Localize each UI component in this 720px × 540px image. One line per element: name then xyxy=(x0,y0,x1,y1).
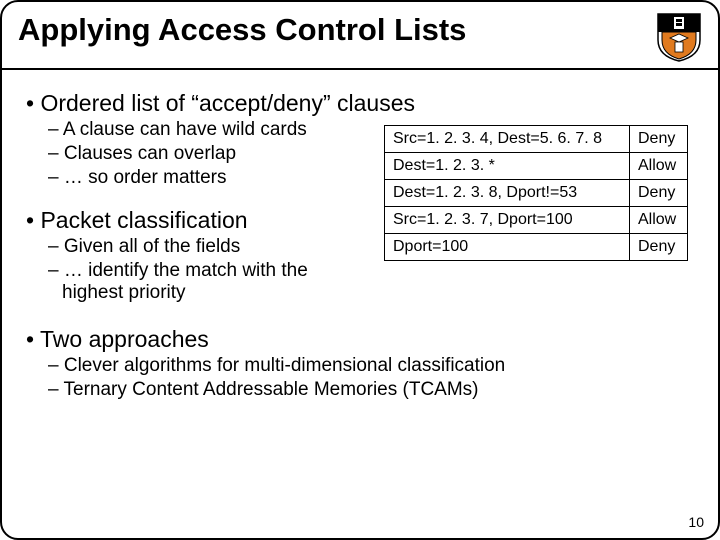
sub-bullet: … so order matters xyxy=(48,167,336,189)
sub-bullet: Clauses can overlap xyxy=(48,143,336,165)
bullet-packet-classification: Packet classification xyxy=(26,207,336,234)
table-row: Src=1. 2. 3. 4, Dest=5. 6. 7. 8 Deny xyxy=(385,126,688,153)
action-cell: Deny xyxy=(630,126,688,153)
acl-rules-table: Src=1. 2. 3. 4, Dest=5. 6. 7. 8 Deny Des… xyxy=(384,125,688,261)
table-row: Dest=1. 2. 3. 8, Dport!=53 Deny xyxy=(385,180,688,207)
rule-cell: Src=1. 2. 3. 7, Dport=100 xyxy=(385,207,630,234)
two-column-region: A clause can have wild cards Clauses can… xyxy=(26,119,694,304)
table-row: Dport=100 Deny xyxy=(385,234,688,261)
action-cell: Allow xyxy=(630,207,688,234)
bullet-ordered-list: Ordered list of “accept/deny” clauses xyxy=(26,90,694,117)
slide-title: Applying Access Control Lists xyxy=(18,12,466,48)
action-cell: Deny xyxy=(630,234,688,261)
bullet-two-approaches: Two approaches xyxy=(26,326,694,353)
rule-cell: Dest=1. 2. 3. 8, Dport!=53 xyxy=(385,180,630,207)
left-column: A clause can have wild cards Clauses can… xyxy=(26,119,336,304)
action-cell: Allow xyxy=(630,153,688,180)
rule-cell: Dport=100 xyxy=(385,234,630,261)
table-row: Dest=1. 2. 3. * Allow xyxy=(385,153,688,180)
sub-bullet: Ternary Content Addressable Memories (TC… xyxy=(48,379,694,401)
sub-bullet: A clause can have wild cards xyxy=(48,119,336,141)
rule-cell: Src=1. 2. 3. 4, Dest=5. 6. 7. 8 xyxy=(385,126,630,153)
rule-cell: Dest=1. 2. 3. * xyxy=(385,153,630,180)
table-row: Src=1. 2. 3. 7, Dport=100 Allow xyxy=(385,207,688,234)
title-row: Applying Access Control Lists xyxy=(2,2,718,66)
sub-bullet: Clever algorithms for multi-dimensional … xyxy=(48,355,694,377)
princeton-crest-icon xyxy=(656,12,702,62)
sub-bullet: Given all of the fields xyxy=(48,236,336,258)
action-cell: Deny xyxy=(630,180,688,207)
slide: Applying Access Control Lists Ordered li… xyxy=(0,0,720,540)
page-number: 10 xyxy=(688,514,704,530)
sub-bullet: … identify the match with the highest pr… xyxy=(48,260,336,304)
slide-body: Ordered list of “accept/deny” clauses A … xyxy=(2,70,718,401)
